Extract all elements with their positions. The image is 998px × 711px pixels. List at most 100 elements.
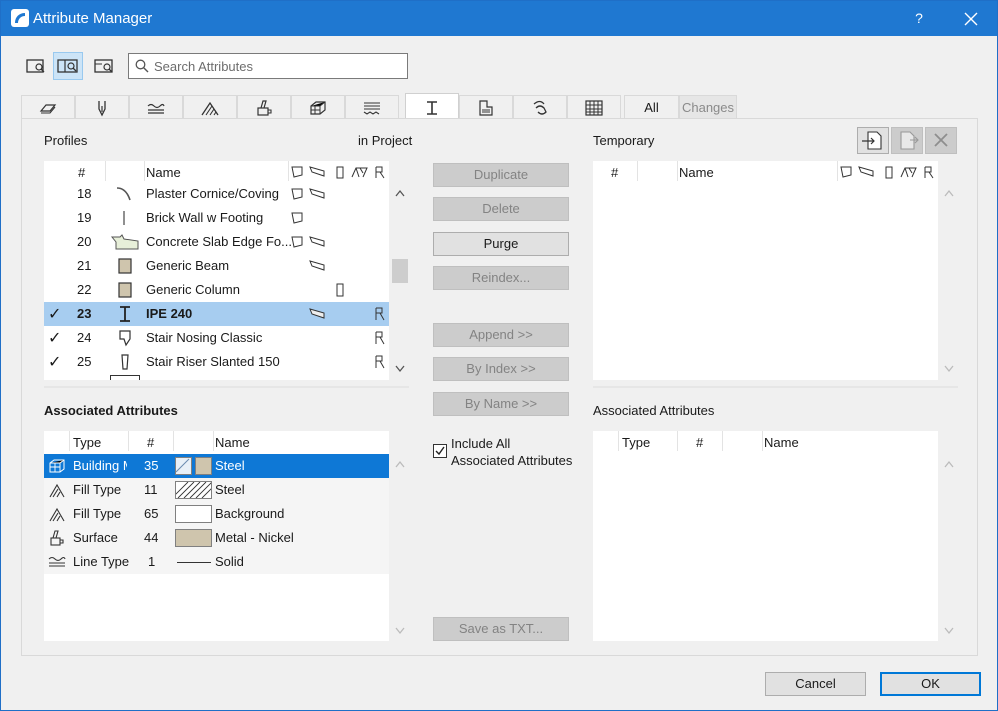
- right-associated-scrollbar[interactable]: [939, 431, 958, 641]
- close-file-button[interactable]: [925, 127, 957, 154]
- delete-button[interactable]: Delete: [433, 197, 569, 221]
- scroll-up-icon[interactable]: [395, 460, 405, 468]
- profiles-scrollbar[interactable]: [390, 161, 409, 380]
- import-icon: [862, 131, 882, 150]
- usage-icons: [336, 283, 344, 297]
- tab-zone-categories[interactable]: [459, 95, 513, 119]
- help-button[interactable]: ?: [903, 1, 935, 36]
- search-box[interactable]: [128, 53, 408, 79]
- solid-line-preview: [177, 562, 211, 563]
- column-header-name[interactable]: Name: [146, 165, 181, 180]
- duplicate-button[interactable]: Duplicate: [433, 163, 569, 187]
- profile-riser-icon: [121, 354, 129, 370]
- new-file-button[interactable]: [891, 127, 923, 154]
- open-file-button[interactable]: [857, 127, 889, 154]
- profile-cornice-icon: [116, 187, 131, 201]
- scroll-down-icon[interactable]: [395, 365, 405, 373]
- tab-changes[interactable]: Changes: [679, 95, 737, 119]
- tab-mep-systems[interactable]: [513, 95, 567, 119]
- ok-button[interactable]: OK: [880, 672, 981, 696]
- column-header-number[interactable]: #: [611, 165, 618, 180]
- tab-fill-types[interactable]: [183, 95, 237, 119]
- scroll-down-icon[interactable]: [395, 627, 405, 635]
- tab-building-materials[interactable]: [291, 95, 345, 119]
- column-header-number[interactable]: #: [696, 435, 703, 450]
- list-item[interactable]: Fill Type 65 Background: [44, 502, 389, 526]
- mep-icon: [533, 100, 547, 115]
- surface-icon: [50, 530, 64, 546]
- temporary-scrollbar[interactable]: [939, 161, 958, 380]
- tab-surfaces[interactable]: [237, 95, 291, 119]
- list-item[interactable]: 21 Generic Beam: [44, 254, 389, 278]
- detail-view-icon: [94, 59, 113, 73]
- scroll-up-icon[interactable]: [944, 460, 954, 468]
- dual-list-view-button[interactable]: [53, 52, 83, 80]
- tab-layers[interactable]: [21, 95, 75, 119]
- scroll-down-icon[interactable]: [944, 365, 954, 373]
- column-header-name[interactable]: Name: [679, 165, 714, 180]
- column-header-type[interactable]: Type: [622, 435, 650, 450]
- tab-all[interactable]: All: [624, 95, 679, 119]
- temporary-list[interactable]: # Name: [593, 161, 938, 380]
- scroll-down-icon[interactable]: [944, 627, 954, 635]
- right-list-title: Temporary: [593, 133, 655, 148]
- list-item[interactable]: ✓ 25 Stair Riser Slanted 150: [44, 350, 389, 374]
- usage-icons: [291, 236, 325, 248]
- by-index-button[interactable]: By Index >>: [433, 357, 569, 381]
- list-item[interactable]: 20 Concrete Slab Edge Fo...: [44, 230, 389, 254]
- list-item-selected[interactable]: Building M 35 Steel: [44, 454, 389, 478]
- tab-composites[interactable]: [345, 95, 399, 119]
- column-header-name[interactable]: Name: [764, 435, 799, 450]
- tab-markup-styles[interactable]: [567, 95, 621, 119]
- window-title: Attribute Manager: [33, 10, 153, 27]
- cancel-button[interactable]: Cancel: [765, 672, 866, 696]
- list-item-selected[interactable]: ✓ 23 IPE 240: [44, 302, 389, 326]
- column-header-type[interactable]: Type: [73, 435, 101, 450]
- profile-i-beam-icon: [120, 306, 130, 322]
- fill-icon: [201, 101, 219, 116]
- single-list-view-icon: [26, 59, 45, 73]
- search-input[interactable]: [154, 58, 399, 74]
- reindex-button[interactable]: Reindex...: [433, 266, 569, 290]
- checkmark-icon: [435, 446, 445, 456]
- scroll-up-icon[interactable]: [944, 189, 954, 197]
- scrollbar-thumb[interactable]: [392, 259, 408, 283]
- list-item[interactable]: Surface 44 Metal - Nickel: [44, 526, 389, 550]
- list-item[interactable]: 19 Brick Wall w Footing: [44, 206, 389, 230]
- list-item[interactable]: Line Type 1 Solid: [44, 550, 389, 574]
- include-all-label: Include All: [451, 436, 511, 451]
- surface-color-swatch: [175, 529, 212, 547]
- profiles-list[interactable]: # Name 18 Plaster Cornice/Coving 19 Bric…: [44, 161, 389, 380]
- column-header-number[interactable]: #: [78, 165, 85, 180]
- tab-profiles[interactable]: [405, 93, 459, 119]
- right-associated-list[interactable]: Type # Name: [593, 431, 938, 641]
- scroll-up-icon[interactable]: [395, 189, 405, 197]
- tab-pens[interactable]: [75, 95, 129, 119]
- surface-swatch: [195, 457, 212, 475]
- list-item[interactable]: 22 Generic Column: [44, 278, 389, 302]
- close-icon[interactable]: [951, 1, 991, 36]
- list-item[interactable]: Fill Type 11 Steel: [44, 478, 389, 502]
- list-item[interactable]: 18 Plaster Cornice/Coving: [44, 182, 389, 206]
- right-associated-title: Associated Attributes: [593, 403, 715, 418]
- close-icon: [934, 133, 948, 147]
- append-button[interactable]: Append >>: [433, 323, 569, 347]
- background-swatch: [175, 505, 212, 523]
- save-as-txt-button[interactable]: Save as TXT...: [433, 617, 569, 641]
- column-header-number[interactable]: #: [147, 435, 154, 450]
- detail-view-button[interactable]: [89, 52, 119, 80]
- list-item[interactable]: ✓ 24 Stair Nosing Classic: [44, 326, 389, 350]
- markup-icon: [585, 100, 603, 116]
- single-list-view-button[interactable]: [21, 52, 51, 80]
- left-list-scope: in Project: [358, 133, 413, 148]
- by-name-button[interactable]: By Name >>: [433, 392, 569, 416]
- column-header-name[interactable]: Name: [215, 435, 250, 450]
- profile-nosing-icon: [119, 330, 131, 347]
- left-associated-list[interactable]: Type # Name Building M 35 Steel Fill Typ…: [44, 431, 389, 641]
- left-associated-scrollbar[interactable]: [390, 431, 409, 641]
- tab-line-types[interactable]: [129, 95, 183, 119]
- purge-button[interactable]: Purge: [433, 232, 569, 256]
- include-all-checkbox[interactable]: [433, 444, 447, 458]
- line-type-icon: [147, 103, 165, 114]
- fill-swatch: [175, 457, 192, 475]
